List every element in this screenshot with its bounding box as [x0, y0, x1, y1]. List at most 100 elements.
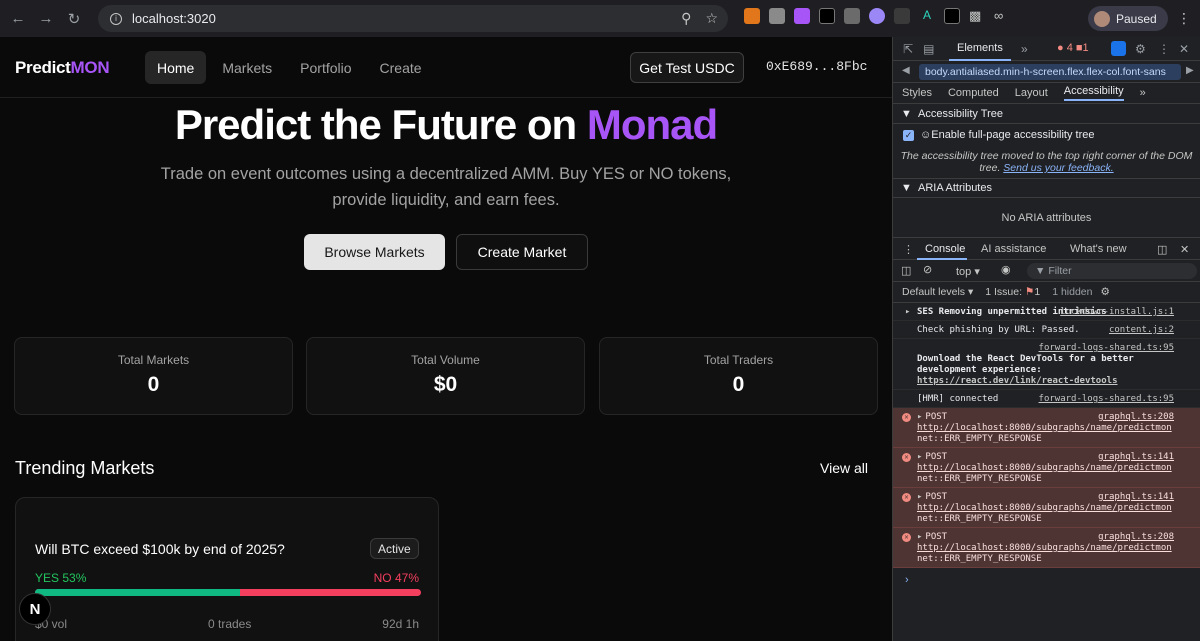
devtools-menu-icon[interactable]: ⋮: [1158, 42, 1170, 56]
tree-note: The accessibility tree moved to the top …: [893, 146, 1200, 178]
tab-ai-assistance[interactable]: AI assistance: [981, 243, 1046, 255]
log-source-link[interactable]: graphql.ts:208: [1098, 532, 1174, 543]
expand-triangle-icon[interactable]: ▸: [917, 452, 922, 462]
console-filter-input[interactable]: ▼ Filter: [1027, 263, 1197, 279]
log-source-link[interactable]: content.js:2: [1109, 325, 1174, 336]
puzzle-extensions-icon[interactable]: ▩: [969, 8, 985, 24]
expand-triangle-icon[interactable]: ▸: [917, 412, 922, 422]
log-source-link[interactable]: graphql.ts:208: [1098, 412, 1174, 423]
sync-icon[interactable]: ∞: [994, 8, 1010, 24]
tab-console[interactable]: Console: [925, 243, 965, 255]
tab-layout[interactable]: Layout: [1015, 87, 1048, 99]
live-expression-icon[interactable]: ◉: [1001, 263, 1011, 276]
console-settings-icon[interactable]: ⚙: [1101, 286, 1110, 298]
address-bar[interactable]: i localhost:3020 ⚲ ☆: [98, 5, 728, 32]
console-error: ✕ ▸ POST graphql.ts:141 http://localhost:…: [893, 488, 1200, 528]
issues-link[interactable]: 1 Issue: ⚑1: [985, 286, 1040, 298]
breadcrumb-node[interactable]: body.antialiased.min-h-screen.flex.flex-…: [919, 64, 1181, 80]
context-select[interactable]: top ▾: [956, 265, 980, 278]
log-text: POST: [925, 452, 948, 462]
drawer-menu-icon[interactable]: ⋮: [903, 243, 914, 256]
nav-portfolio[interactable]: Portfolio: [288, 51, 363, 84]
market-card[interactable]: Will BTC exceed $100k by end of 2025? Ac…: [15, 497, 439, 641]
view-all-link[interactable]: View all: [820, 460, 868, 476]
request-url-link[interactable]: http://localhost:8000/subgraphs/name/pre…: [917, 463, 1172, 473]
reload-icon[interactable]: ↻: [64, 9, 84, 29]
ai-assistant-icon[interactable]: [1111, 41, 1126, 56]
expand-triangle-icon[interactable]: ▸: [905, 307, 910, 318]
request-url-link[interactable]: http://localhost:8000/subgraphs/name/pre…: [917, 503, 1172, 513]
metamask-extension-icon[interactable]: [744, 8, 760, 24]
log-source-link[interactable]: lockdown-install.js:1: [1060, 307, 1174, 318]
zoom-icon[interactable]: ⚲: [681, 10, 691, 27]
camera-extension-icon[interactable]: [844, 8, 860, 24]
console-message: ▸ SES Removing unpermitted intrinsics lo…: [893, 303, 1200, 321]
tab-whats-new[interactable]: What's new: [1070, 243, 1127, 255]
request-url-link[interactable]: http://localhost:8000/subgraphs/name/pre…: [917, 423, 1172, 433]
devtools-toolbar: ⇱ ▤ Elements » ● 4 ■1 ⚙ ⋮ ✕: [893, 37, 1200, 61]
tab-computed[interactable]: Computed: [948, 87, 999, 99]
context-value: top: [956, 266, 972, 278]
nextjs-dev-badge[interactable]: N: [19, 593, 51, 625]
url-text[interactable]: localhost:3020: [132, 11, 216, 26]
default-levels-dropdown[interactable]: Default levels ▾: [902, 286, 973, 298]
market-question: Will BTC exceed $100k by end of 2025?: [35, 541, 285, 557]
extension-icon[interactable]: A: [919, 8, 935, 24]
device-toolbar-icon[interactable]: ▤: [923, 42, 934, 56]
more-tabs-icon[interactable]: »: [1021, 42, 1028, 56]
error-text: net::ERR_EMPTY_RESPONSE: [917, 474, 1042, 484]
log-source-link[interactable]: forward-logs-shared.ts:95: [1039, 343, 1174, 353]
extension-icon[interactable]: [894, 8, 910, 24]
log-source-link[interactable]: graphql.ts:141: [1098, 452, 1174, 463]
tab-elements[interactable]: Elements: [949, 37, 1011, 61]
app-logo[interactable]: PredictMON: [15, 58, 110, 78]
extension-icon[interactable]: [819, 8, 835, 24]
nav-home[interactable]: Home: [145, 51, 207, 84]
extension-icon[interactable]: [869, 8, 885, 24]
close-devtools-icon[interactable]: ✕: [1179, 42, 1189, 56]
react-devtools-link[interactable]: https://react.dev/link/react-devtools: [917, 376, 1117, 386]
accessibility-tree-section[interactable]: ▼ Accessibility Tree: [893, 104, 1200, 124]
tab-styles[interactable]: Styles: [902, 87, 932, 99]
extension-icon[interactable]: [794, 8, 810, 24]
error-count: 4: [1066, 42, 1073, 54]
extension-icon[interactable]: [769, 8, 785, 24]
site-info-icon[interactable]: i: [110, 12, 122, 25]
close-drawer-icon[interactable]: ✕: [1180, 243, 1189, 256]
nav-create[interactable]: Create: [368, 51, 434, 84]
tab-accessibility[interactable]: Accessibility: [1063, 85, 1124, 101]
browser-menu-icon[interactable]: ⋮: [1177, 10, 1191, 27]
error-count-badge[interactable]: ● 4 ■1: [1057, 42, 1089, 54]
feedback-link[interactable]: Send us your feedback.: [1003, 162, 1113, 174]
dock-icon[interactable]: ◫: [1157, 243, 1167, 256]
clear-console-icon[interactable]: ⊘: [923, 263, 932, 276]
hero-title-accent: Monad: [586, 101, 718, 148]
no-aria-message: No ARIA attributes: [893, 198, 1200, 238]
bookmark-star-icon[interactable]: ☆: [705, 10, 718, 27]
profile-button[interactable]: Paused: [1088, 6, 1168, 31]
expand-triangle-icon[interactable]: ▸: [917, 492, 922, 502]
nav-markets[interactable]: Markets: [210, 51, 284, 84]
settings-gear-icon[interactable]: ⚙: [1135, 42, 1146, 56]
log-source-link[interactable]: graphql.ts:141: [1098, 492, 1174, 503]
inspect-element-icon[interactable]: ⇱: [903, 42, 913, 56]
sidebar-toggle-icon[interactable]: ◫: [901, 264, 911, 277]
enable-tree-row[interactable]: ✓ ☺ Enable full-page accessibility tree: [893, 124, 1200, 146]
console-prompt[interactable]: ›: [893, 568, 1200, 586]
create-market-button[interactable]: Create Market: [456, 234, 588, 270]
forward-icon[interactable]: →: [36, 9, 56, 29]
aria-attributes-section[interactable]: ▼ ARIA Attributes: [893, 178, 1200, 198]
expand-triangle-icon[interactable]: ▸: [917, 532, 922, 542]
breadcrumb-right-icon[interactable]: ▶: [1186, 65, 1194, 76]
breadcrumb-left-icon[interactable]: ◀: [902, 65, 910, 76]
log-source-link[interactable]: forward-logs-shared.ts:95: [1039, 394, 1174, 405]
person-icon: ☺: [920, 129, 932, 141]
wallet-address[interactable]: 0xE689...8Fbc: [766, 59, 867, 74]
extension-icon[interactable]: [944, 8, 960, 24]
more-subtabs-icon[interactable]: »: [1140, 87, 1146, 99]
get-test-usdc-button[interactable]: Get Test USDC: [630, 52, 744, 83]
request-url-link[interactable]: http://localhost:8000/subgraphs/name/pre…: [917, 543, 1172, 553]
back-icon[interactable]: ←: [8, 9, 28, 29]
browse-markets-button[interactable]: Browse Markets: [304, 234, 445, 270]
enable-tree-checkbox[interactable]: ✓: [903, 129, 914, 141]
